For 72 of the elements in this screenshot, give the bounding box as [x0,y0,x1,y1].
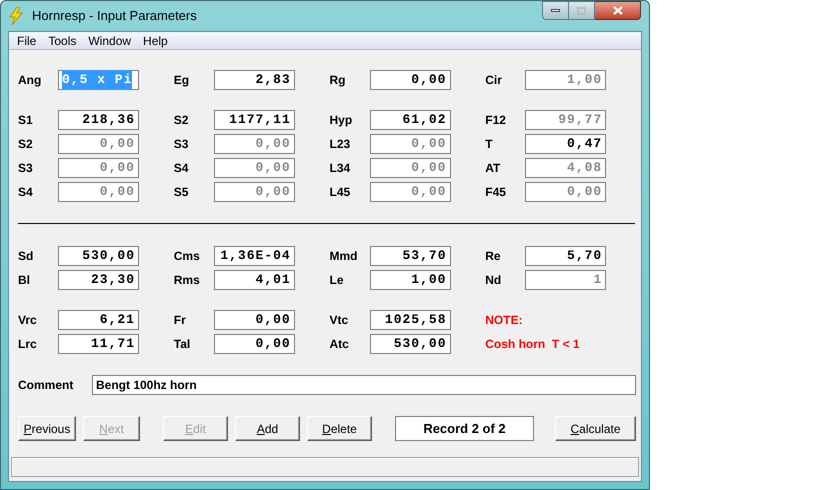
input-field[interactable]: 0,00 [370,70,450,90]
input-field[interactable]: 0,47 [525,134,606,154]
field-label: S3 [18,160,34,177]
field-label: Re [485,248,502,265]
menu-item[interactable]: Help [137,32,174,50]
close-button[interactable] [595,1,641,20]
note-text: NOTE: [485,312,523,329]
action-button[interactable]: Delete [307,416,372,441]
field-label: Sd [18,248,34,265]
menu-item[interactable]: Window [82,32,138,50]
window-title: Hornresp - Input Parameters [32,7,197,26]
field-label: AT [485,160,502,177]
field-label: Lrc [18,336,38,353]
lightning-icon [8,7,24,25]
close-icon [612,6,622,15]
field-label: Atc [330,336,350,353]
note-text: Cosh horn T < 1 [485,336,580,353]
comment-field[interactable]: Bengt 100hz horn [92,375,636,395]
field-label: L34 [330,160,352,177]
field-label: F45 [485,184,507,201]
field-label: Cms [174,248,201,265]
action-button[interactable]: Previous [18,416,76,441]
field-label: Vrc [18,312,38,329]
input-field[interactable]: 4,01 [214,270,295,290]
field-label: S4 [174,160,190,177]
action-button[interactable]: Calculate [555,416,636,441]
input-field[interactable]: 1,36E-04 [214,246,295,266]
input-field[interactable]: 1025,58 [370,310,450,330]
field-label: Nd [485,272,502,289]
minimize-button[interactable] [542,1,569,20]
input-field[interactable]: 218,36 [58,110,139,130]
field-label: F12 [485,112,507,129]
input-field[interactable]: 5,70 [525,246,606,266]
field-label: Le [330,272,345,289]
comment-label: Comment [18,377,74,394]
field-label: Bl [18,272,31,289]
field-label: Hyp [330,112,354,129]
action-button[interactable]: Add [235,416,300,441]
input-field[interactable]: 11,71 [58,334,139,354]
input-field[interactable]: 23,30 [58,270,139,290]
input-field[interactable]: 0,00 [214,310,295,330]
field-label: S2 [174,112,190,129]
field-label: Tal [174,336,192,353]
field-label: Cir [485,72,503,89]
field-label: S3 [174,136,190,153]
field-label: L23 [330,136,352,153]
field-label: Rms [174,272,201,289]
field-label: S2 [18,136,34,153]
field-label: Eg [174,72,190,89]
field-label: Fr [174,312,187,329]
input-field[interactable]: 1177,11 [214,110,295,130]
input-field[interactable]: 53,70 [370,246,450,266]
field-label: Mmd [330,248,358,265]
record-display: Record 2 of 2 [395,416,534,441]
input-field[interactable]: 2,83 [214,70,295,90]
input-field[interactable]: 530,00 [370,334,450,354]
input-field[interactable]: 0,00 [214,334,295,354]
field-label: S5 [174,184,190,201]
input-field[interactable]: 6,21 [58,310,139,330]
field-label: L45 [330,184,352,201]
input-field[interactable]: 530,00 [58,246,139,266]
input-field[interactable]: 61,02 [370,110,450,130]
input-field[interactable]: 1,00 [370,270,450,290]
field-label: T [485,136,494,153]
menu-item[interactable]: Tools [42,32,82,50]
field-label: Rg [330,72,346,89]
field-label: Vtc [330,312,350,329]
field-label: Ang [18,72,42,89]
field-label: S4 [18,184,34,201]
field-label: S1 [18,112,34,129]
maximize-button[interactable] [569,1,595,20]
menu-item[interactable]: File [11,32,42,50]
